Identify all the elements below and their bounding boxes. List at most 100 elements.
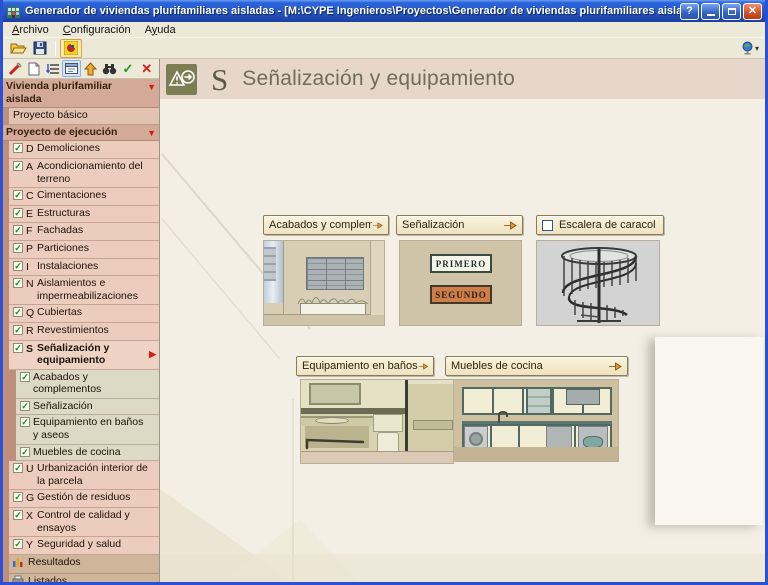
- cocina-button[interactable]: Muebles de cocina: [445, 356, 628, 376]
- minimize-button[interactable]: [701, 3, 720, 20]
- menu-bar: Archivo Configuración Ayuda: [3, 22, 765, 38]
- chapter-code: F: [26, 225, 37, 238]
- chapter-code: N: [26, 278, 37, 291]
- check-icon: ✓: [13, 278, 23, 288]
- project-tree: Vivienda plurifamiliar aislada▼Proyecto …: [3, 79, 159, 585]
- tree-item[interactable]: ✓UUrbanización interior de la parcela: [9, 461, 159, 490]
- tree-item-label: Revestimientos: [37, 324, 149, 337]
- arrow-right-icon: [418, 361, 428, 372]
- tree-item-label: Resultados: [28, 556, 149, 569]
- tree-item[interactable]: ✓FFachadas: [9, 223, 159, 241]
- main-toolbar: ▾: [3, 38, 765, 59]
- tree-item[interactable]: ✓AAcondicionamiento del terreno: [9, 159, 159, 188]
- tree-item[interactable]: ✓RRevestimientos: [9, 323, 159, 341]
- open-folder-icon[interactable]: [7, 39, 29, 58]
- accept-icon[interactable]: ✓: [119, 60, 138, 77]
- sink-icon: [315, 417, 349, 424]
- tree-item-label: Instalaciones: [37, 260, 149, 273]
- close-button[interactable]: ✕: [743, 3, 762, 20]
- menu-ayuda[interactable]: Ayuda: [138, 23, 183, 37]
- main-area: S Señalización y equipamiento: [160, 59, 765, 582]
- window-title: Generador de viviendas plurifamiliares a…: [25, 5, 680, 17]
- menu-archivo[interactable]: Archivo: [5, 23, 56, 37]
- dropdown-arrow-icon[interactable]: ▾: [755, 44, 759, 53]
- tree-item[interactable]: ✓GGestión de residuos: [9, 490, 159, 508]
- globe-updates-icon[interactable]: ▾: [739, 39, 761, 58]
- banos-preview-image[interactable]: [300, 379, 454, 464]
- tree-item[interactable]: ✓Muebles de cocina: [16, 445, 159, 462]
- save-icon[interactable]: [29, 39, 51, 58]
- tree-item[interactable]: ✓PParticiones: [9, 241, 159, 259]
- printer-icon: [12, 575, 25, 585]
- tree-item-label: Muebles de cocina: [33, 446, 149, 459]
- tree-item[interactable]: ✓Acabados y complementos: [16, 370, 159, 399]
- check-icon: ✓: [13, 143, 23, 153]
- checkbox-icon[interactable]: [542, 220, 553, 231]
- tree-item[interactable]: ✓Señalización: [16, 399, 159, 416]
- section-header: S Señalización y equipamiento: [160, 59, 765, 99]
- new-document-icon[interactable]: [25, 60, 44, 77]
- search-binoculars-icon[interactable]: [100, 60, 119, 77]
- tree-item[interactable]: ✓EEstructuras: [9, 206, 159, 224]
- tree-item-label: Urbanización interior de la parcela: [37, 462, 149, 487]
- panel-view-icon[interactable]: [62, 60, 81, 77]
- tree-item[interactable]: ✓YSeguridad y salud: [9, 537, 159, 555]
- tree-item[interactable]: Vivienda plurifamiliar aislada▼: [3, 79, 159, 108]
- check-icon: ✓: [20, 372, 30, 382]
- chapter-code: S: [26, 343, 37, 356]
- tree-item[interactable]: ✓NAislamientos e impermeabilizaciones: [9, 276, 159, 305]
- tree-item[interactable]: Listados: [9, 574, 159, 585]
- edit-icon[interactable]: [6, 60, 25, 77]
- tree-item-label: Señalización: [33, 400, 149, 413]
- banos-button[interactable]: Equipamiento en baños y aseos: [296, 356, 434, 376]
- tree-item[interactable]: ✓CCimentaciones: [9, 188, 159, 206]
- escalera-checkbox[interactable]: Escalera de caracol: [536, 215, 664, 235]
- menu-configuracion[interactable]: Configuración: [56, 23, 138, 37]
- folder-up-icon[interactable]: [81, 60, 100, 77]
- help-button[interactable]: ?: [680, 3, 699, 20]
- chart-icon: [12, 556, 25, 572]
- tree-item[interactable]: ✓Equipamiento en baños y aseos: [16, 415, 159, 444]
- check-icon: ✓: [13, 492, 23, 502]
- tree-item[interactable]: Proyecto de ejecución▼: [3, 125, 159, 142]
- cype-logo-icon[interactable]: [60, 39, 82, 58]
- acabados-button[interactable]: Acabados y complementos: [263, 215, 389, 235]
- sidebar-toolbar: ✓ ✕: [3, 59, 159, 79]
- tree-item[interactable]: Proyecto básico: [9, 108, 159, 125]
- page-title: Señalización y equipamiento: [242, 67, 515, 91]
- tree-item-label: Acabados y complementos: [33, 371, 149, 396]
- tree-item[interactable]: ✓XControl de calidad y ensayos: [9, 508, 159, 537]
- cancel-icon[interactable]: ✕: [137, 60, 156, 77]
- tree-item-label: Equipamiento en baños y aseos: [33, 416, 149, 441]
- cocina-preview-image[interactable]: [453, 379, 619, 462]
- tree-item[interactable]: Resultados: [9, 555, 159, 575]
- mailboxes-icon: [306, 257, 364, 290]
- app-window: Generador de viviendas plurifamiliares a…: [0, 0, 768, 585]
- chapter-code: Y: [26, 539, 37, 552]
- senalizacion-button[interactable]: Señalización: [396, 215, 523, 235]
- check-icon: ✓: [20, 401, 30, 411]
- check-icon: ✓: [13, 539, 23, 549]
- tree-item[interactable]: ✓IInstalaciones: [9, 259, 159, 277]
- tree-item[interactable]: ✓SSeñalización y equipamiento▶: [9, 341, 159, 370]
- tree-item-label: Acondicionamiento del terreno: [37, 160, 149, 185]
- escalera-preview-image[interactable]: [536, 240, 660, 326]
- list-order-icon[interactable]: [44, 60, 63, 77]
- tree-item[interactable]: ✓QCubiertas: [9, 305, 159, 323]
- maximize-button[interactable]: [722, 3, 741, 20]
- chapter-code: I: [26, 261, 37, 274]
- tree-item-label: Proyecto de ejecución: [6, 126, 149, 139]
- acabados-preview-image[interactable]: [263, 240, 385, 326]
- selected-arrow-icon: ▶: [149, 349, 156, 360]
- senalizacion-preview-image[interactable]: PRIMERO SEGUNDO: [399, 240, 522, 326]
- project-sidebar: ✓ ✕ Vivienda plurifamiliar aislada▼Proye…: [3, 59, 160, 582]
- tree-item-label: Cubiertas: [37, 306, 149, 319]
- tree-item[interactable]: ✓DDemoliciones: [9, 141, 159, 159]
- tree-item-label: Vivienda plurifamiliar aislada: [6, 80, 149, 105]
- toolbar-separator: [55, 41, 56, 56]
- tree-item-label: Seguridad y salud: [37, 538, 149, 551]
- section-code: S: [211, 64, 228, 95]
- check-icon: ✓: [13, 261, 23, 271]
- tree-item-label: Aislamientos e impermeabilizaciones: [37, 277, 149, 302]
- grab-bar-icon: [305, 436, 369, 450]
